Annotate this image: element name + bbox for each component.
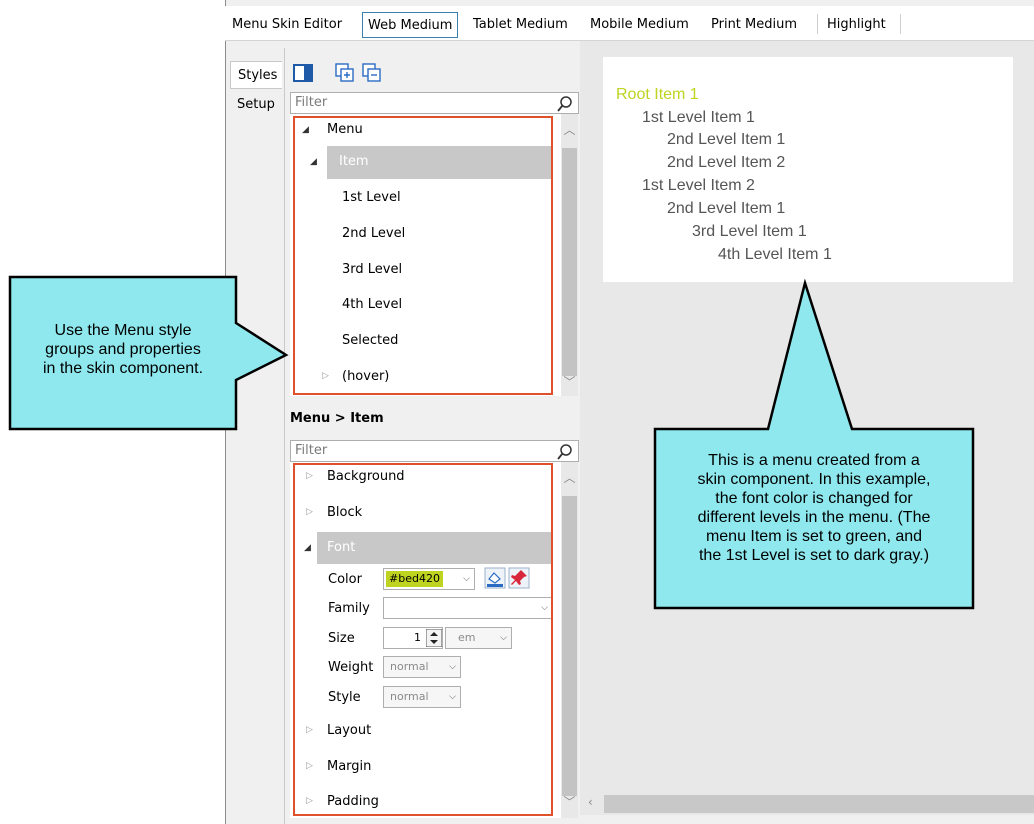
callout-line: in the skin component. — [42, 360, 204, 377]
callout-line: Use the Menu style — [54, 322, 192, 339]
callout-line: the font color is changed for — [715, 490, 913, 507]
callout-line: menu Item is set to green, and — [705, 528, 923, 545]
callout-line: groups and properties — [45, 341, 201, 358]
callout-line: skin component. In this example, — [697, 471, 931, 488]
left-callout-text: Use the Menu style groups and properties… — [12, 321, 234, 378]
callout-shapes — [8, 275, 975, 610]
callout-line: the 1st Level is set to dark gray.) — [698, 547, 930, 564]
right-callout-text: This is a menu created from a skin compo… — [657, 451, 971, 565]
callout-line: This is a menu created from a — [708, 452, 920, 469]
callout-line: different levels in the menu. (The — [697, 509, 931, 526]
